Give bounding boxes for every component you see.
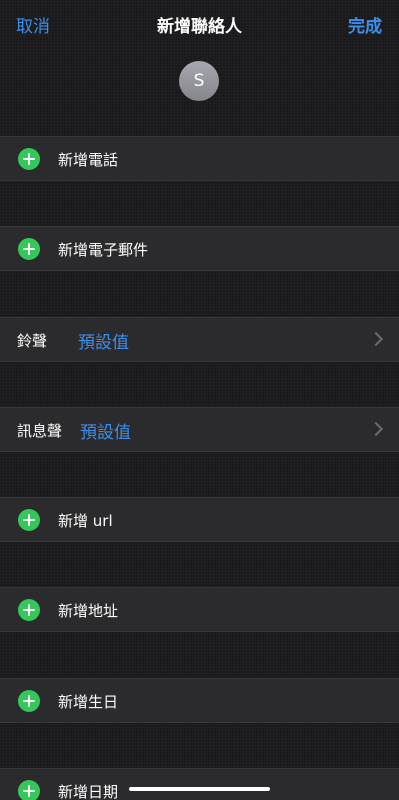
add-birthday-row[interactable]: 新增生日 <box>0 678 399 723</box>
home-indicator[interactable] <box>129 787 270 791</box>
add-email-row[interactable]: 新增電子郵件 <box>0 226 399 271</box>
chevron-right-icon <box>368 421 384 437</box>
add-date-row[interactable]: 新增日期 <box>0 768 399 800</box>
page-title: 新增聯絡人 <box>157 17 242 37</box>
avatar-initial: S <box>193 71 205 91</box>
add-url-label: 新增 url <box>58 512 113 530</box>
avatar[interactable]: S <box>179 61 219 101</box>
add-date-label: 新增日期 <box>58 783 119 800</box>
new-contact-screen: 取消 新增聯絡人 完成 S 新增電話 新增電子郵件 鈴聲 預設值 訊息聲 預設值… <box>0 0 399 800</box>
add-birthday-label: 新增生日 <box>58 693 119 711</box>
ringtone-value: 預設值 <box>78 333 129 353</box>
ringtone-row[interactable]: 鈴聲 預設值 <box>0 317 399 362</box>
add-url-row[interactable]: 新增 url <box>0 497 399 542</box>
ringtone-label: 鈴聲 <box>17 332 48 350</box>
add-phone-row[interactable]: 新增電話 <box>0 136 399 181</box>
plus-circle-icon <box>18 599 40 621</box>
plus-circle-icon <box>18 238 40 260</box>
text-tone-label: 訊息聲 <box>17 422 63 440</box>
plus-circle-icon <box>18 780 40 800</box>
add-address-label: 新增地址 <box>58 602 119 620</box>
add-email-label: 新增電子郵件 <box>58 241 149 259</box>
add-phone-label: 新增電話 <box>58 151 119 169</box>
chevron-right-icon <box>368 331 384 347</box>
text-tone-row[interactable]: 訊息聲 預設值 <box>0 407 399 452</box>
navigation-bar: 取消 新增聯絡人 完成 <box>0 0 399 48</box>
plus-circle-icon <box>18 690 40 712</box>
done-button[interactable]: 完成 <box>348 12 382 37</box>
text-tone-value: 預設值 <box>80 423 131 443</box>
plus-circle-icon <box>18 148 40 170</box>
plus-circle-icon <box>18 509 40 531</box>
add-address-row[interactable]: 新增地址 <box>0 587 399 632</box>
